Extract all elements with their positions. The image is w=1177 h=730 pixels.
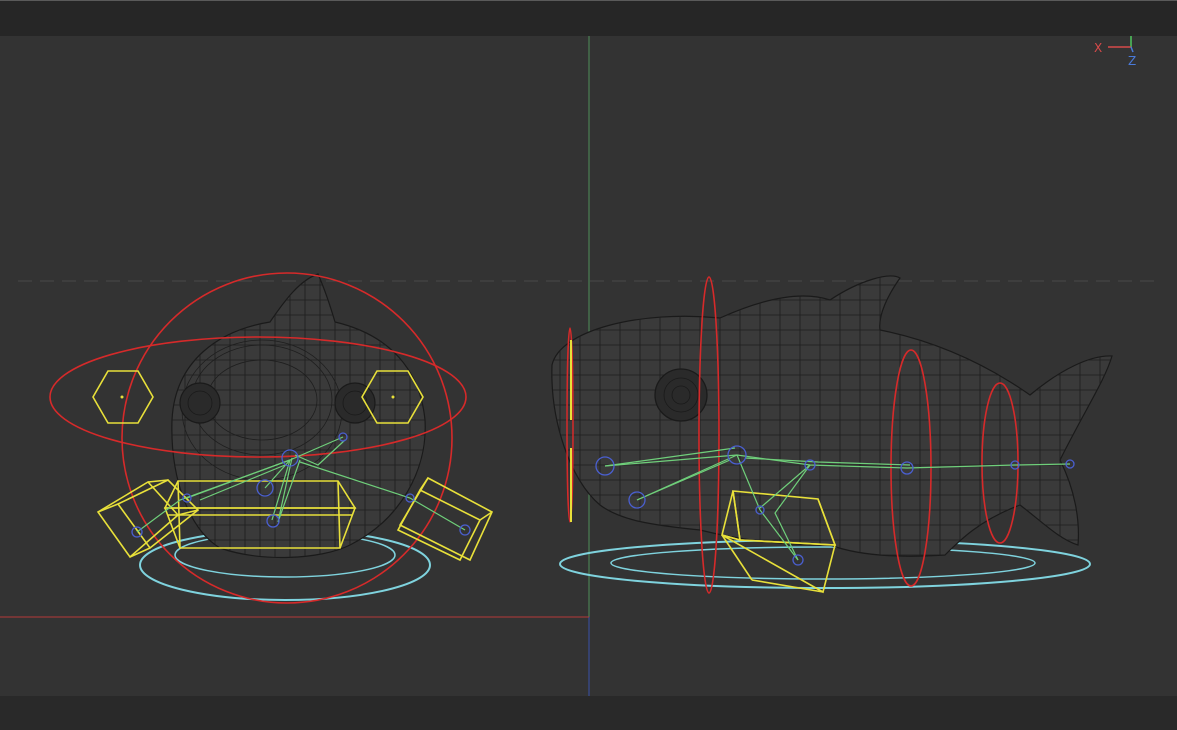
viewport-scene: Y X Z xyxy=(0,36,1160,696)
shark-front-view[interactable] xyxy=(49,270,494,604)
viewport-footer-bar xyxy=(0,696,1177,730)
shark-side-body[interactable] xyxy=(551,275,1113,557)
gizmo-z-axis xyxy=(1130,46,1134,53)
shark-side-wireframe xyxy=(551,276,1112,557)
axis-gizmo[interactable]: Y X Z xyxy=(1094,36,1136,68)
shark-side-view[interactable] xyxy=(540,270,1120,594)
3d-viewport[interactable]: Y X Z xyxy=(0,36,1177,696)
shark-front-left-eye xyxy=(179,382,221,424)
viewport-header-bar xyxy=(0,0,1177,36)
gizmo-x-label: X xyxy=(1094,41,1102,55)
ground-ring-inner-side[interactable] xyxy=(610,546,1036,580)
shark-front-right-eye xyxy=(334,382,376,424)
gizmo-z-label: Z xyxy=(1128,54,1136,68)
